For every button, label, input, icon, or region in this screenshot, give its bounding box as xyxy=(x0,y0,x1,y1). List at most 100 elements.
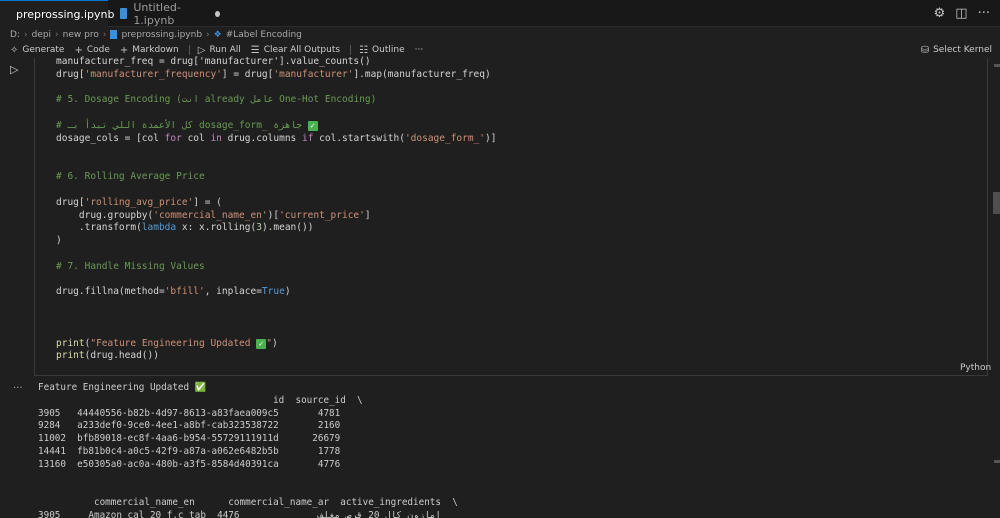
code-line: # كل الأعمدة اللي تبدأ بـ dosage_form_ ج… xyxy=(56,120,496,133)
code-token: 'current_price' xyxy=(279,209,365,221)
code-line: .transform(lambda x: x.rolling(3).mean()… xyxy=(56,222,496,235)
code-token: ) xyxy=(56,235,62,247)
add-markdown-button[interactable]: + Markdown xyxy=(120,45,179,56)
output-more-icon[interactable]: ··· xyxy=(13,383,23,394)
run-all-icon: ▷ xyxy=(197,44,206,56)
tab-label: Untitled-1.ipynb xyxy=(133,0,181,27)
code-token: ).mean()) xyxy=(261,222,314,234)
code-token: 'manufacturer_frequency' xyxy=(84,68,222,80)
gear-icon[interactable]: ⚙ xyxy=(934,6,946,21)
code-token: ].map(manufacturer_freq) xyxy=(353,68,491,80)
output-line: 13160 e50305a0-ac0a-480b-a3f5-8584d40391… xyxy=(38,458,341,470)
code-token: # 5. Dosage Encoding (انت already عامل O… xyxy=(56,94,377,106)
code-token: 'rolling_avg_price' xyxy=(84,196,194,208)
select-kernel-button[interactable]: ⛁ Select Kernel xyxy=(921,42,992,58)
more-icon[interactable]: ··· xyxy=(978,6,990,21)
breadcrumb-item[interactable]: new pro xyxy=(63,30,99,40)
code-line: dosage_cols = [col for col in drug.colum… xyxy=(56,133,496,146)
output-line: 9284 a233def0-9ce0-4ee1-a8bf-cab32353872… xyxy=(38,420,341,432)
breadcrumb-item[interactable]: D: xyxy=(10,30,20,40)
code-token: )[ xyxy=(267,209,280,221)
check-emoji-icon: ✓ xyxy=(256,338,267,349)
breadcrumb-item[interactable]: preprossing.ipynb xyxy=(121,30,202,40)
code-line: print(drug.head()) xyxy=(56,350,496,363)
scroll-marker xyxy=(994,460,1000,463)
generate-button[interactable]: ✧ Generate xyxy=(10,45,64,56)
code-line: drug['manufacturer_frequency'] = drug['m… xyxy=(56,69,496,82)
code-token: if xyxy=(301,132,314,144)
code-token: in xyxy=(210,132,222,144)
code-token: ) xyxy=(271,337,278,349)
code-line: ) xyxy=(56,235,496,248)
code-token: dosage_cols = [col xyxy=(56,132,165,144)
code-token: drug.groupby( xyxy=(56,209,154,221)
code-token: print xyxy=(56,337,85,349)
tab-untitled[interactable]: Untitled-1.ipynb xyxy=(110,0,221,27)
code-token: 'dosage_form_' xyxy=(404,132,486,144)
toolbar-divider xyxy=(350,45,352,55)
output-line: 11002 bfb89018-ec8f-4aa6-b954-5572911191… xyxy=(38,433,341,445)
plus-icon: + xyxy=(74,44,83,56)
code-line: # 5. Dosage Encoding (انت already عامل O… xyxy=(56,94,496,107)
code-token: 'commercial_name_en' xyxy=(153,209,268,221)
toolbar-more-button[interactable]: ··· xyxy=(415,45,424,55)
code-token: 'bfill' xyxy=(164,286,205,298)
code-editor[interactable]: manufacturer_freq = drug['manufacturer']… xyxy=(56,56,496,363)
split-editor-icon[interactable]: ◫ xyxy=(955,6,967,21)
clear-all-icon: ☰ xyxy=(250,44,260,56)
scrollbar-thumb[interactable] xyxy=(993,192,1000,214)
add-code-button[interactable]: + Code xyxy=(74,45,109,56)
code-token: col.startswith( xyxy=(313,132,405,144)
code-token: drug[ xyxy=(56,68,85,80)
tab-label: preprossing.ipynb xyxy=(16,7,115,21)
code-line: manufacturer_freq = drug['manufacturer']… xyxy=(56,56,496,69)
outline-button[interactable]: ☷ Outline xyxy=(359,45,405,56)
code-token: # 6. Rolling Average Price xyxy=(56,171,205,183)
breadcrumb-item[interactable]: #Label Encoding xyxy=(226,30,302,40)
tab-preprossing[interactable]: preprossing.ipynb xyxy=(0,0,115,27)
code-token: )] xyxy=(485,132,497,144)
code-line: drug.fillna(method='bfill', inplace=True… xyxy=(56,286,496,299)
code-token: manufacturer_freq = drug['manufacturer']… xyxy=(56,56,371,67)
code-token: 'manufacturer' xyxy=(273,68,354,80)
scroll-marker xyxy=(994,64,1000,67)
toolbar-divider xyxy=(188,45,190,55)
output-line: 3905 44440556-b82b-4d97-8613-a83faea009c… xyxy=(38,407,341,419)
output-line: 3905 Amazon cal 20 f.c tab 4476 امازون ك… xyxy=(38,509,442,518)
plus-icon: + xyxy=(119,44,129,56)
check-emoji-icon: ✓ xyxy=(307,120,318,131)
output-line: id source_id \ xyxy=(38,394,363,406)
code-token: drug.columns xyxy=(221,132,302,144)
code-token: .transform( xyxy=(56,222,142,234)
breadcrumb-item[interactable]: depi xyxy=(32,30,51,40)
code-token: (drug.head()) xyxy=(84,350,159,362)
outline-icon: ☷ xyxy=(359,44,369,56)
vertical-scrollbar[interactable] xyxy=(992,58,1000,518)
code-token: ] = drug[ xyxy=(221,68,274,80)
sparkle-icon: ✧ xyxy=(10,44,19,56)
code-token: for xyxy=(164,132,182,144)
code-token: , inplace= xyxy=(204,286,262,298)
cell-language-label[interactable]: Python xyxy=(960,363,991,373)
notebook-file-icon xyxy=(120,8,128,19)
output-line: commercial_name_en commercial_name_ar ac… xyxy=(38,497,458,509)
notebook-file-icon xyxy=(110,30,118,39)
run-all-button[interactable]: ▷ Run All xyxy=(198,45,241,56)
run-cell-icon[interactable]: ▷ xyxy=(10,63,18,76)
code-token: ) xyxy=(284,286,291,298)
unsaved-dot-icon[interactable] xyxy=(215,10,221,17)
clear-all-outputs-button[interactable]: ☰ Clear All Outputs xyxy=(251,45,340,56)
code-token: ] xyxy=(364,209,371,221)
code-token: True xyxy=(261,286,285,298)
